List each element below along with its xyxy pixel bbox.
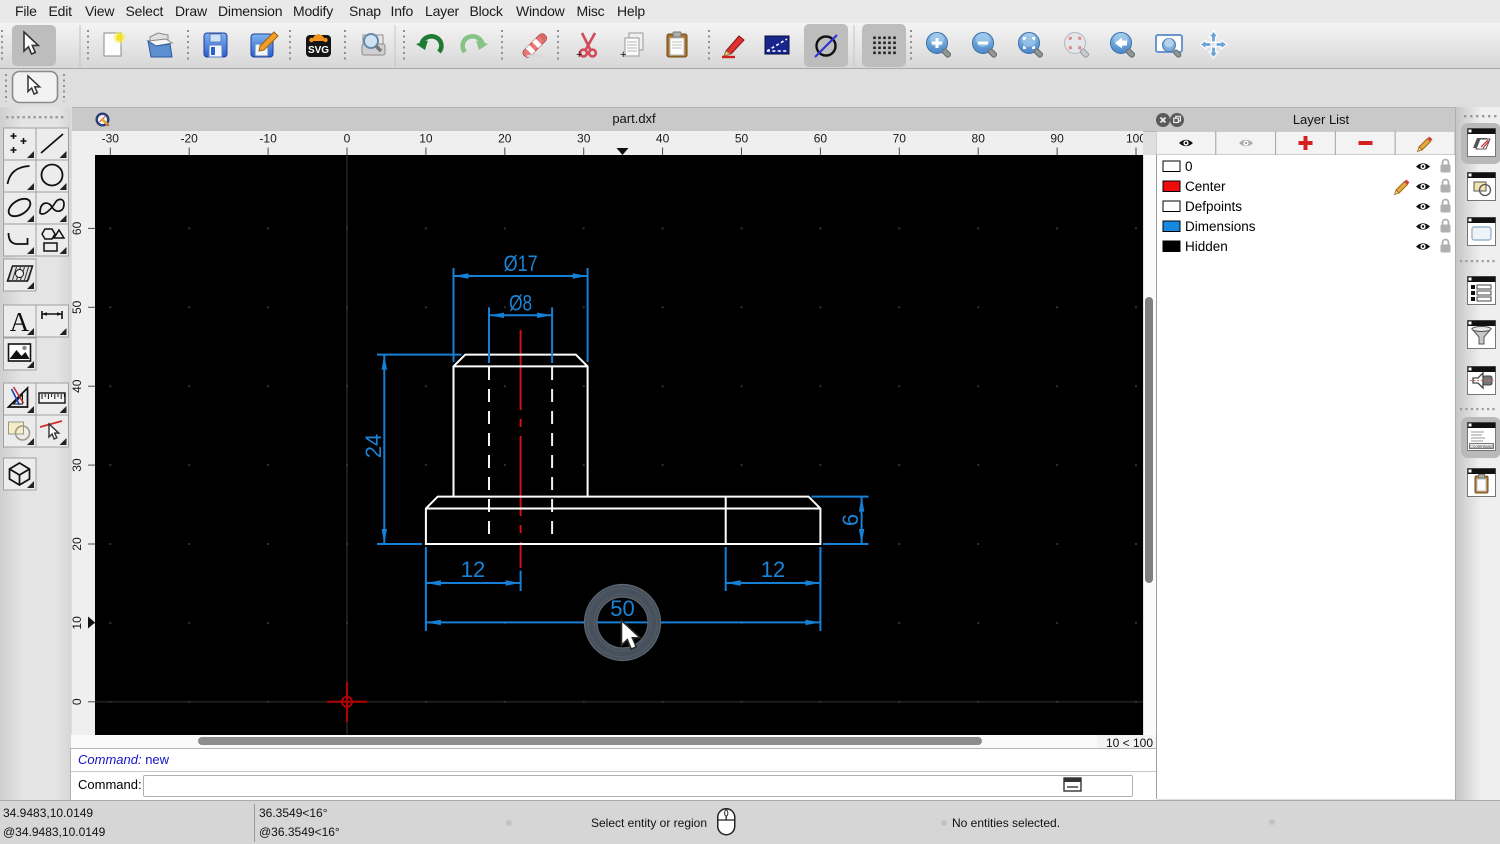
svg-text:12: 12: [761, 557, 785, 582]
svg-text:0: 0: [344, 132, 351, 146]
svg-text:+: +: [576, 49, 582, 61]
svg-text:Defpoints: Defpoints: [1185, 199, 1242, 214]
svg-text:0: 0: [72, 698, 84, 705]
svg-text:70: 70: [893, 132, 907, 146]
svg-text:No entities selected.: No entities selected.: [952, 816, 1060, 830]
svg-text:Ø8: Ø8: [509, 291, 532, 316]
svg-text:-30: -30: [102, 132, 120, 146]
svg-text:@34.9483,10.0149: @34.9483,10.0149: [3, 825, 106, 839]
svg-text:50: 50: [735, 132, 749, 146]
svg-text:@36.3549<16°: @36.3549<16°: [259, 825, 340, 839]
svg-text:10: 10: [419, 132, 433, 146]
svg-text:Select entity or region: Select entity or region: [591, 816, 707, 830]
svg-text:A: A: [10, 307, 30, 337]
svg-text:90: 90: [1050, 132, 1064, 146]
svg-text:50: 50: [72, 300, 84, 314]
svg-text:40: 40: [656, 132, 670, 146]
svg-text:36.3549<16°: 36.3549<16°: [259, 806, 328, 820]
svg-text:-10: -10: [259, 132, 277, 146]
svg-text:c:command: c:command: [1469, 444, 1493, 449]
svg-text:Hidden: Hidden: [1185, 239, 1228, 254]
svg-text:40: 40: [72, 379, 84, 393]
svg-text:Dimensions: Dimensions: [1185, 219, 1256, 234]
svg-text:10: 10: [72, 616, 84, 630]
svg-text:60: 60: [814, 132, 828, 146]
svg-text:80: 80: [972, 132, 986, 146]
svg-text:30: 30: [72, 458, 84, 472]
svg-text:SVG: SVG: [308, 45, 329, 56]
svg-text:30: 30: [577, 132, 591, 146]
svg-text:34.9483,10.0149: 34.9483,10.0149: [3, 806, 93, 820]
svg-text:Ø17: Ø17: [504, 251, 538, 276]
svg-text:-20: -20: [181, 132, 199, 146]
svg-text:24: 24: [361, 434, 386, 458]
svg-text:12: 12: [461, 557, 485, 582]
svg-text:20: 20: [498, 132, 512, 146]
svg-text:+: +: [620, 49, 626, 61]
svg-text:Center: Center: [1185, 179, 1226, 194]
svg-text:6: 6: [838, 514, 863, 526]
svg-text:50: 50: [610, 596, 634, 621]
svg-text:20: 20: [72, 537, 84, 551]
svg-text:100: 100: [1126, 132, 1143, 146]
svg-text:0: 0: [1185, 159, 1193, 174]
svg-text:60: 60: [72, 221, 84, 235]
